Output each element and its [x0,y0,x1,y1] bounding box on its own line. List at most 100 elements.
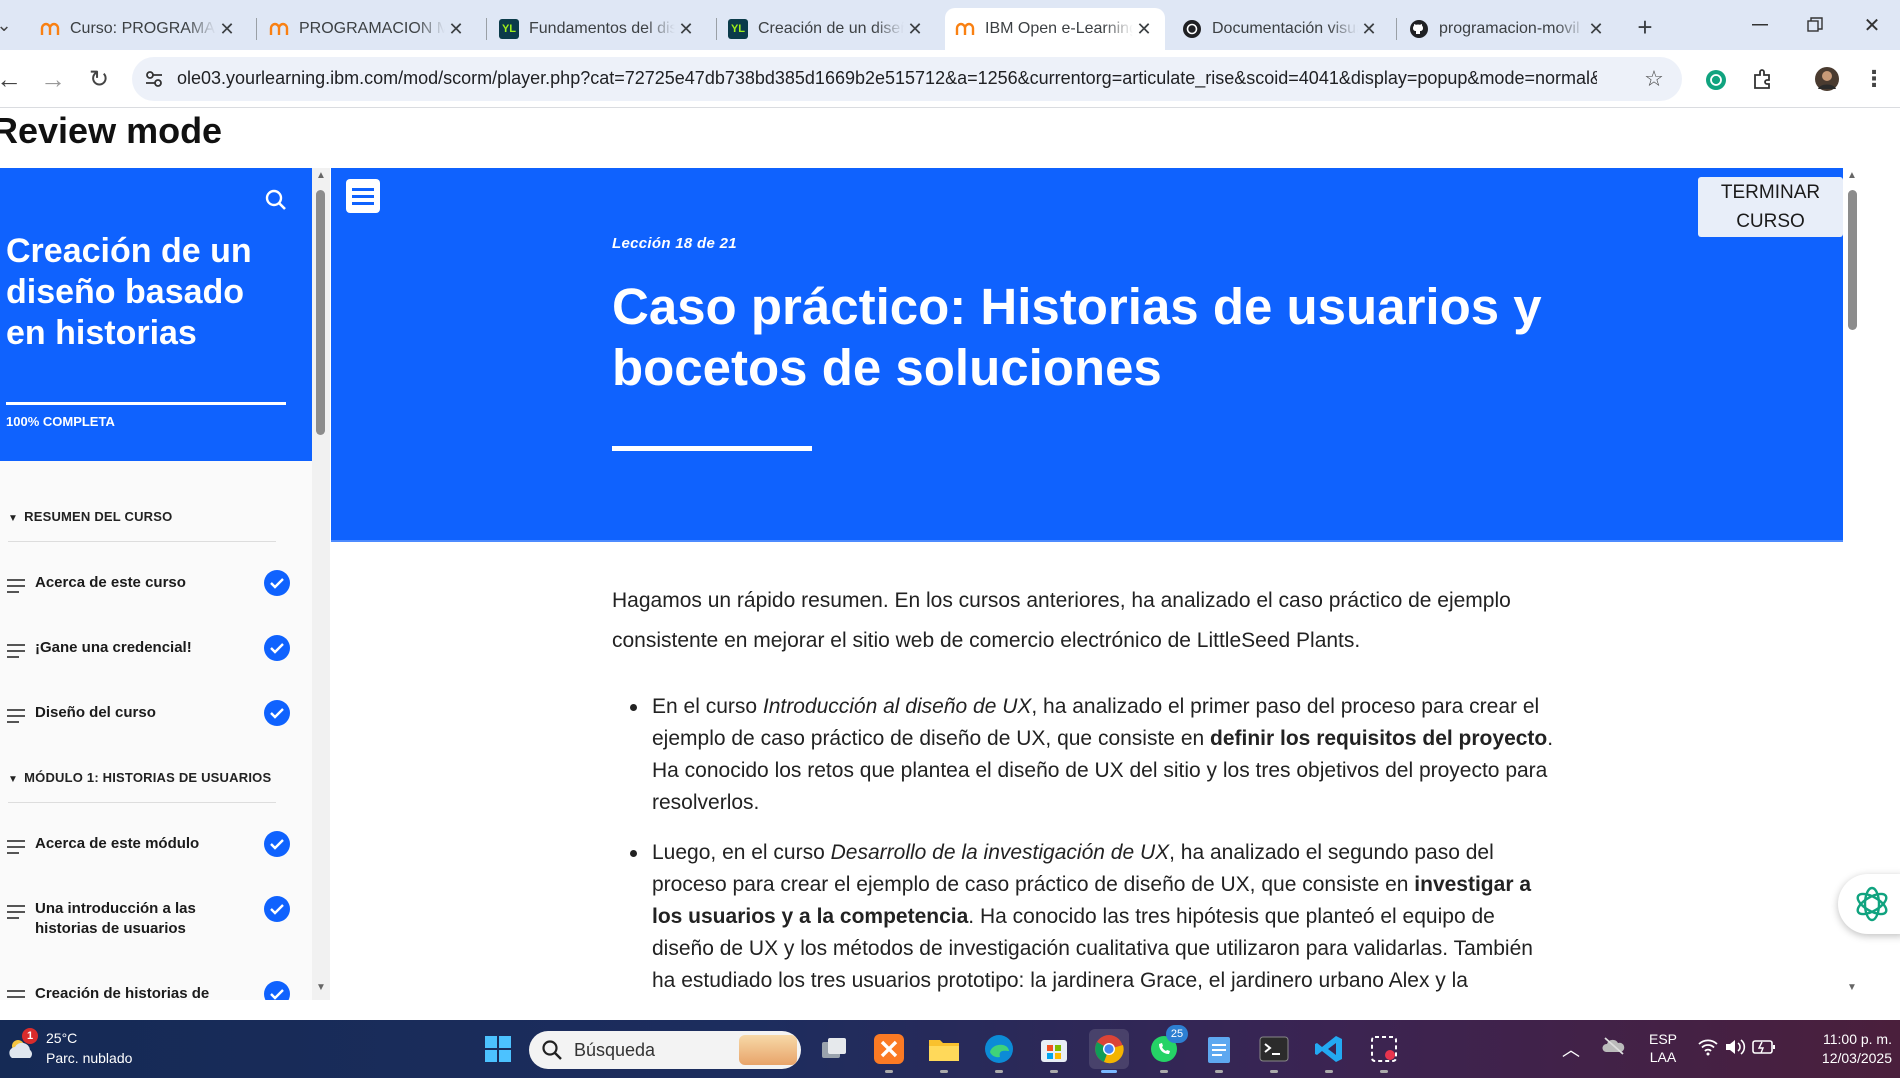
clock-date: 12/03/2025 [1821,1050,1892,1066]
tab-separator [716,18,717,40]
scroll-up-arrow-icon[interactable]: ▲ [1847,170,1857,181]
tab-close-icon[interactable]: ✕ [675,19,697,40]
sidebar-item-acerca-modulo[interactable]: Acerca de este módulo [0,834,300,858]
tab-search-icon[interactable]: ⌄ [0,14,14,36]
tab-6[interactable]: programacion-movil ✕ [1399,8,1617,50]
site-info-icon[interactable] [142,67,166,91]
weather-widget[interactable]: 1 25°C Parc. nublado [4,1028,154,1072]
check-complete-icon [264,570,290,596]
scroll-down-arrow-icon[interactable]: ▼ [316,982,326,993]
sidebar-item-credencial[interactable]: ¡Gane una credencial! [0,638,300,662]
list-item: Luego, en el curso Desarrollo de la inve… [612,837,1562,997]
tab-3[interactable]: YL Creación de un diseño ✕ [718,8,936,50]
search-icon[interactable] [264,188,290,214]
tab-separator [1396,18,1397,40]
notepad-icon[interactable] [1199,1029,1239,1073]
extensions-icon[interactable] [1748,64,1778,94]
tab-close-icon[interactable]: ✕ [445,19,467,40]
input-language[interactable]: ESP LAA [1646,1030,1680,1066]
tab-close-icon[interactable]: ✕ [1358,19,1380,40]
menu-kebab-icon[interactable]: ⋮ [1862,64,1886,94]
battery-icon[interactable] [1752,1039,1776,1060]
snipping-tool-icon[interactable] [1364,1029,1404,1073]
section-header-modulo-1[interactable]: ▼ MÓDULO 1: HISTORIAS DE USUARIOS [8,770,271,785]
tab-5[interactable]: Documentación visual ✕ [1172,8,1390,50]
tab-close-icon[interactable]: ✕ [216,19,238,40]
show-hidden-icons-icon[interactable]: ︿ [1562,1036,1580,1062]
url-text[interactable]: ole03.yourlearning.ibm.com/mod/scorm/pla… [177,68,1597,89]
chatgpt-floating-button[interactable] [1838,874,1900,934]
tab-close-icon[interactable]: ✕ [904,19,926,40]
lesson-lines-icon [7,905,25,923]
sidebar-item-acerca-curso[interactable]: Acerca de este curso [0,573,300,597]
scroll-up-arrow-icon[interactable]: ▲ [316,170,326,181]
sidebar-item-label: Una introducción a las historias de usua… [35,900,196,937]
edge-icon[interactable] [979,1029,1019,1073]
tab-1[interactable]: PROGRAMACION MÓVIL ✕ [259,8,477,50]
divider [8,541,276,542]
tab-separator [256,18,257,40]
tab-close-icon[interactable]: ✕ [1133,19,1155,40]
tab-0[interactable]: Curso: PROGRAMACIÓN ✕ [30,8,248,50]
section-title: MÓDULO 1: HISTORIAS DE USUARIOS [24,770,272,785]
wifi-icon[interactable] [1698,1038,1718,1061]
moodle-icon [269,19,289,39]
search-placeholder: Búsqueda [574,1040,656,1060]
emphasis: definir los requisitos del proyecto [1210,727,1548,750]
finish-course-button[interactable]: TERMINAR CURSO [1698,177,1843,237]
tab-close-icon[interactable]: ✕ [1585,19,1607,40]
taskbar-search-box[interactable]: Búsqueda [529,1031,801,1069]
lesson-intro: Hagamos un rápido resumen. En los cursos… [612,589,1511,652]
lesson-lines-icon [7,644,25,662]
restore-icon[interactable] [1795,8,1835,42]
lesson-hero: Lección 18 de 21 Caso práctico: Historia… [331,168,1843,542]
sidebar-item-creacion-historias[interactable]: Creación de historias de [0,984,300,1000]
browser-tab-bar: ⌄ Curso: PROGRAMACIÓN ✕ PROGRAMACION MÓV… [0,0,1900,50]
task-view-icon[interactable] [814,1029,854,1069]
sidebar-item-diseno-curso[interactable]: Diseño del curso [0,703,300,727]
scrollbar-thumb[interactable] [1848,190,1857,330]
onedrive-offline-icon[interactable] [1602,1036,1626,1061]
volume-icon[interactable] [1724,1038,1746,1061]
course-name: Desarrollo de la investigación de UX [830,841,1170,864]
title-underline [612,446,812,451]
clock-time: 11:00 p. m. [1822,1031,1892,1047]
start-button[interactable] [478,1029,518,1069]
file-explorer-icon[interactable] [924,1029,964,1073]
back-icon[interactable]: ← [0,62,24,96]
text: En el curso [652,695,763,718]
sidebar-item-label: Creación de historias de [35,985,210,1000]
list-item: En el curso Introducción al diseño de UX… [612,691,1562,819]
scroll-down-arrow-icon[interactable]: ▼ [1847,982,1857,993]
scrollbar-thumb[interactable] [316,190,325,435]
whatsapp-icon[interactable]: 25 [1144,1025,1188,1073]
tab-title: Fundamentos del diseño [529,20,675,37]
address-bar[interactable]: ole03.yourlearning.ibm.com/mod/scorm/pla… [132,57,1682,101]
reload-icon[interactable]: ↻ [84,62,114,96]
chrome-icon[interactable] [1089,1029,1129,1073]
text: Luego, en el curso [652,841,831,864]
tab-title: Documentación visual [1212,20,1358,37]
section-header-resumen[interactable]: ▼ RESUMEN DEL CURSO [8,509,172,524]
tab-2[interactable]: YL Fundamentos del diseño ✕ [489,8,707,50]
microsoft-store-icon[interactable] [1034,1029,1074,1073]
clock[interactable]: 11:00 p. m. 12/03/2025 [1792,1030,1892,1068]
keyboard-layout: LAA [1649,1049,1677,1065]
sidebar-item-intro-historias[interactable]: Una introducción a las historias de usua… [0,899,300,939]
chatgpt-extension-icon[interactable] [1702,66,1730,94]
hamburger-menu-icon[interactable] [346,179,380,213]
bookmark-star-icon[interactable]: ☆ [1640,65,1668,93]
openai-icon [1856,886,1888,922]
lesson-lines-icon [7,840,25,858]
vscode-icon[interactable] [1309,1029,1349,1073]
forward-icon[interactable]: → [38,62,68,96]
new-tab-icon[interactable]: + [1628,12,1662,42]
sidebar-scrollbar[interactable]: ▲ ▼ [312,168,330,1000]
github-icon [1409,19,1429,39]
profile-avatar[interactable] [1812,64,1842,94]
minimize-icon[interactable] [1740,8,1780,42]
xampp-icon[interactable] [869,1029,909,1073]
close-window-icon[interactable]: ✕ [1852,8,1892,42]
tab-4-active[interactable]: IBM Open e-Learning ✕ [945,8,1165,50]
terminal-icon[interactable] [1254,1029,1294,1073]
